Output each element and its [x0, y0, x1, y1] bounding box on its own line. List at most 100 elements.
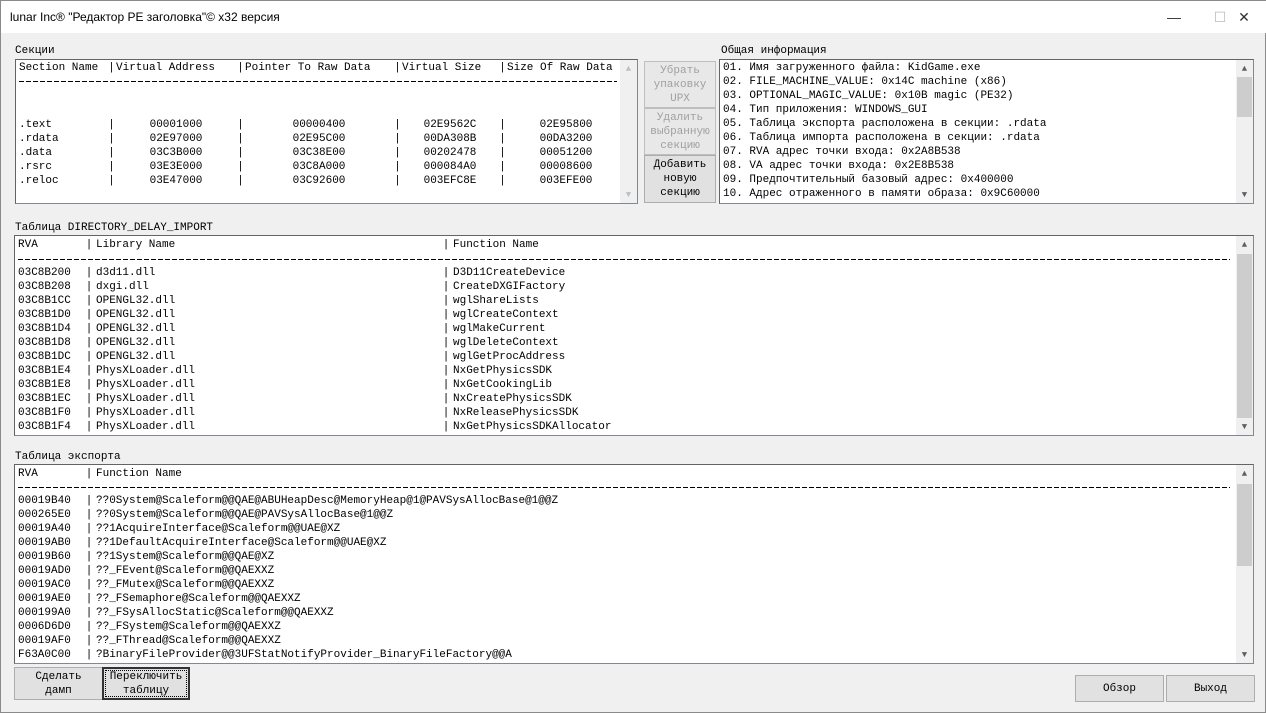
scroll-up-icon[interactable]: ▲	[1236, 60, 1253, 77]
add-section-button[interactable]: Добавить новую секцию	[644, 155, 716, 203]
scroll-down-icon[interactable]: ▼	[1236, 418, 1253, 435]
table-row[interactable]: 000199A0 | ??_FSysAllocStatic@Scaleform@@Q…	[18, 606, 1196, 620]
cell: Library Name	[96, 239, 176, 251]
scroll-down-icon[interactable]: ▼	[1236, 646, 1253, 663]
scroll-up-icon[interactable]: ▲	[1236, 236, 1253, 253]
cell: 03C8B1CC	[18, 295, 71, 307]
cell: PhysXLoader.dll	[96, 407, 196, 419]
table-row[interactable]: 03C8B208 | dxgi.dll | CreateDXGIFactory	[18, 280, 1153, 294]
table-row[interactable]: .rdata | 02E97000 | 02E95C00 | 00DA308B | 00DA32…	[19, 132, 625, 146]
delete-section-button[interactable]: Удалить выбранную секцию	[644, 108, 716, 155]
make-dump-button[interactable]: Сделать дамп	[14, 667, 103, 700]
browse-button[interactable]: Обзор	[1075, 675, 1164, 702]
info-line: 02. FILE_MACHINE_VALUE: 0x14C machine (x…	[723, 76, 1007, 88]
column-separator: |	[394, 161, 401, 173]
cell: D3D11CreateDevice	[453, 267, 566, 279]
info-label: Общая информация	[721, 45, 827, 57]
export-scrollbar[interactable]: ▲ ▼	[1236, 465, 1253, 663]
table-row[interactable]: 0006D6D0 | ??_FSystem@Scaleform@@QAEXXZ	[18, 620, 1196, 634]
export-list[interactable]: ▲ ▼ RVA | Function Name 00019B40 | ??0System@S…	[14, 464, 1254, 664]
cell: 03C8A000	[292, 161, 346, 173]
table-row[interactable]: 03C8B1E8 | PhysXLoader.dll | NxGetCookingLib	[18, 378, 1153, 392]
cell: 00019AD0	[18, 565, 71, 577]
table-row[interactable]: 00019AE0 | ??_FSemaphore@Scaleform@@QAEXXZ	[18, 592, 1196, 606]
info-line: 08. VA адрес точки входа: 0x2E8B538	[723, 160, 955, 172]
info-list[interactable]: ▲ ▼ 01. Имя загруженного файла: KidGame.e…	[719, 59, 1254, 204]
cell: NxReleasePhysicsSDK	[453, 407, 579, 419]
cell: Pointer To Raw Data	[245, 62, 371, 74]
table-row[interactable]: 00019B60 | ??1System@Scaleform@@QAE@XZ	[18, 550, 1196, 564]
cell: ??1AcquireInterface@Scaleform@@UAE@XZ	[96, 523, 341, 535]
cell: NxGetPhysicsSDKAllocator	[453, 421, 612, 433]
table-row[interactable]: F63A0C00 | ?BinaryFileProvider@@3UFStatNot…	[18, 648, 1196, 662]
cell: .rsrc	[19, 161, 53, 173]
table-row[interactable]: .data | 03C3B000 | 03C38E00 | 00202478 | 0005120…	[19, 146, 625, 160]
column-separator: |	[499, 161, 506, 173]
cell: ??1System@Scaleform@@QAE@XZ	[96, 551, 275, 563]
table-row[interactable]: 03C8B1E4 | PhysXLoader.dll | NxGetPhysicsSDK	[18, 364, 1153, 378]
table-row[interactable]: 03C8B1D0 | OPENGL32.dll | wglCreateContext	[18, 308, 1153, 322]
table-row[interactable]: 03C8B1F4 | PhysXLoader.dll | NxGetPhysicsSDK…	[18, 420, 1153, 434]
cell: 00019B60	[18, 551, 71, 563]
column-separator: |	[394, 133, 401, 145]
delay-scrollbar[interactable]: ▲ ▼	[1236, 236, 1253, 435]
cell: .rdata	[19, 133, 59, 145]
cell: 03C8B1DC	[18, 351, 71, 363]
column-separator: |	[85, 537, 93, 549]
close-button[interactable]: ✕	[1221, 1, 1266, 33]
column-separator: |	[394, 175, 401, 187]
info-line: 01. Имя загруженного файла: KidGame.exe	[723, 62, 981, 74]
scroll-thumb[interactable]	[1237, 77, 1252, 117]
column-separator: |	[85, 379, 93, 391]
table-row[interactable]: .reloc | 03E47000 | 03C92600 | 003EFC8E | 003EFE…	[19, 174, 625, 188]
scroll-thumb[interactable]	[1237, 484, 1252, 566]
table-row[interactable]: 00019AF0 | ??_FThread@Scaleform@@QAEXXZ	[18, 634, 1196, 648]
scroll-down-icon[interactable]: ▼	[620, 186, 637, 203]
cell: 03C8B1D8	[18, 337, 71, 349]
remove-upx-button[interactable]: Убрать упаковку UPX	[644, 61, 716, 108]
column-separator: |	[108, 119, 115, 131]
table-row[interactable]: 00019AB0 | ??1DefaultAcquireInterface@Scal…	[18, 536, 1196, 550]
cell: 000199A0	[18, 607, 71, 619]
cell: ??_FSysAllocStatic@Scaleform@@QAEXXZ	[96, 607, 334, 619]
table-row[interactable]: 00019B40 | ??0System@Scaleform@@QAE@ABUHea…	[18, 494, 1196, 508]
delay-import-label: Таблица DIRECTORY_DELAY_IMPORT	[15, 222, 214, 234]
table-row[interactable]: 03C8B1D8 | OPENGL32.dll | wglDeleteContext	[18, 336, 1153, 350]
table-row[interactable]: 03C8B1DC | OPENGL32.dll | wglGetProcAddress	[18, 350, 1153, 364]
table-row[interactable]: 00019AD0 | ??_FEvent@Scaleform@@QAEXXZ	[18, 564, 1196, 578]
scroll-down-icon[interactable]: ▼	[1236, 186, 1253, 203]
table-row[interactable]: 03C8B1D4 | OPENGL32.dll | wglMakeCurrent	[18, 322, 1153, 336]
cell: 03C8B200	[18, 267, 71, 279]
cell: 00019AE0	[18, 593, 71, 605]
header-divider	[18, 259, 1230, 260]
table-row[interactable]: .rsrc | 03E3E000 | 03C8A000 | 000084A0 | 0000860…	[19, 160, 625, 174]
exit-button[interactable]: Выход	[1166, 675, 1255, 702]
table-row[interactable]: 03C8B1EC | PhysXLoader.dll | NxCreatePhysics…	[18, 392, 1153, 406]
delay-import-list[interactable]: ▲ ▼ RVA | Library Name | Function Name 03C8B20…	[14, 235, 1254, 436]
table-row[interactable]: 000265E0 | ??0System@Scaleform@@QAE@PAVSys…	[18, 508, 1196, 522]
header-row: RVA | Function Name	[18, 467, 1196, 481]
table-row[interactable]: 03C8B1CC | OPENGL32.dll | wglShareLists	[18, 294, 1153, 308]
cell: 03E47000	[149, 175, 203, 187]
table-row[interactable]: 03C8B200 | d3d11.dll | D3D11CreateDevice	[18, 266, 1153, 280]
cell: ??_FSemaphore@Scaleform@@QAEXXZ	[96, 593, 301, 605]
sections-list[interactable]: ▲ ▼ Section Name | Virtual Address | Pointer …	[15, 59, 638, 204]
table-row[interactable]: 00019A40 | ??1AcquireInterface@Scaleform@@…	[18, 522, 1196, 536]
table-row[interactable]: 03C8B1F0 | PhysXLoader.dll | NxReleasePhysic…	[18, 406, 1153, 420]
switch-table-button[interactable]: Переключить таблицу	[102, 667, 190, 700]
column-separator: |	[85, 351, 93, 363]
info-scrollbar[interactable]: ▲ ▼	[1236, 60, 1253, 203]
cell: 03C8B1F4	[18, 421, 71, 433]
scroll-up-icon[interactable]: ▲	[1236, 465, 1253, 482]
column-separator: |	[237, 119, 244, 131]
column-separator: |	[85, 267, 93, 279]
column-separator: |	[499, 133, 506, 145]
cell: PhysXLoader.dll	[96, 365, 196, 377]
table-row[interactable]: .text | 00001000 | 00000400 | 02E9562C | 02E9580…	[19, 118, 625, 132]
column-separator: |	[442, 365, 450, 377]
cell: RVA	[18, 239, 38, 251]
cell: NxGetPhysicsSDK	[453, 365, 553, 377]
minimize-button[interactable]: —	[1151, 1, 1197, 33]
scroll-thumb[interactable]	[1237, 254, 1252, 418]
table-row[interactable]: 00019AC0 | ??_FMutex@Scaleform@@QAEXXZ	[18, 578, 1196, 592]
